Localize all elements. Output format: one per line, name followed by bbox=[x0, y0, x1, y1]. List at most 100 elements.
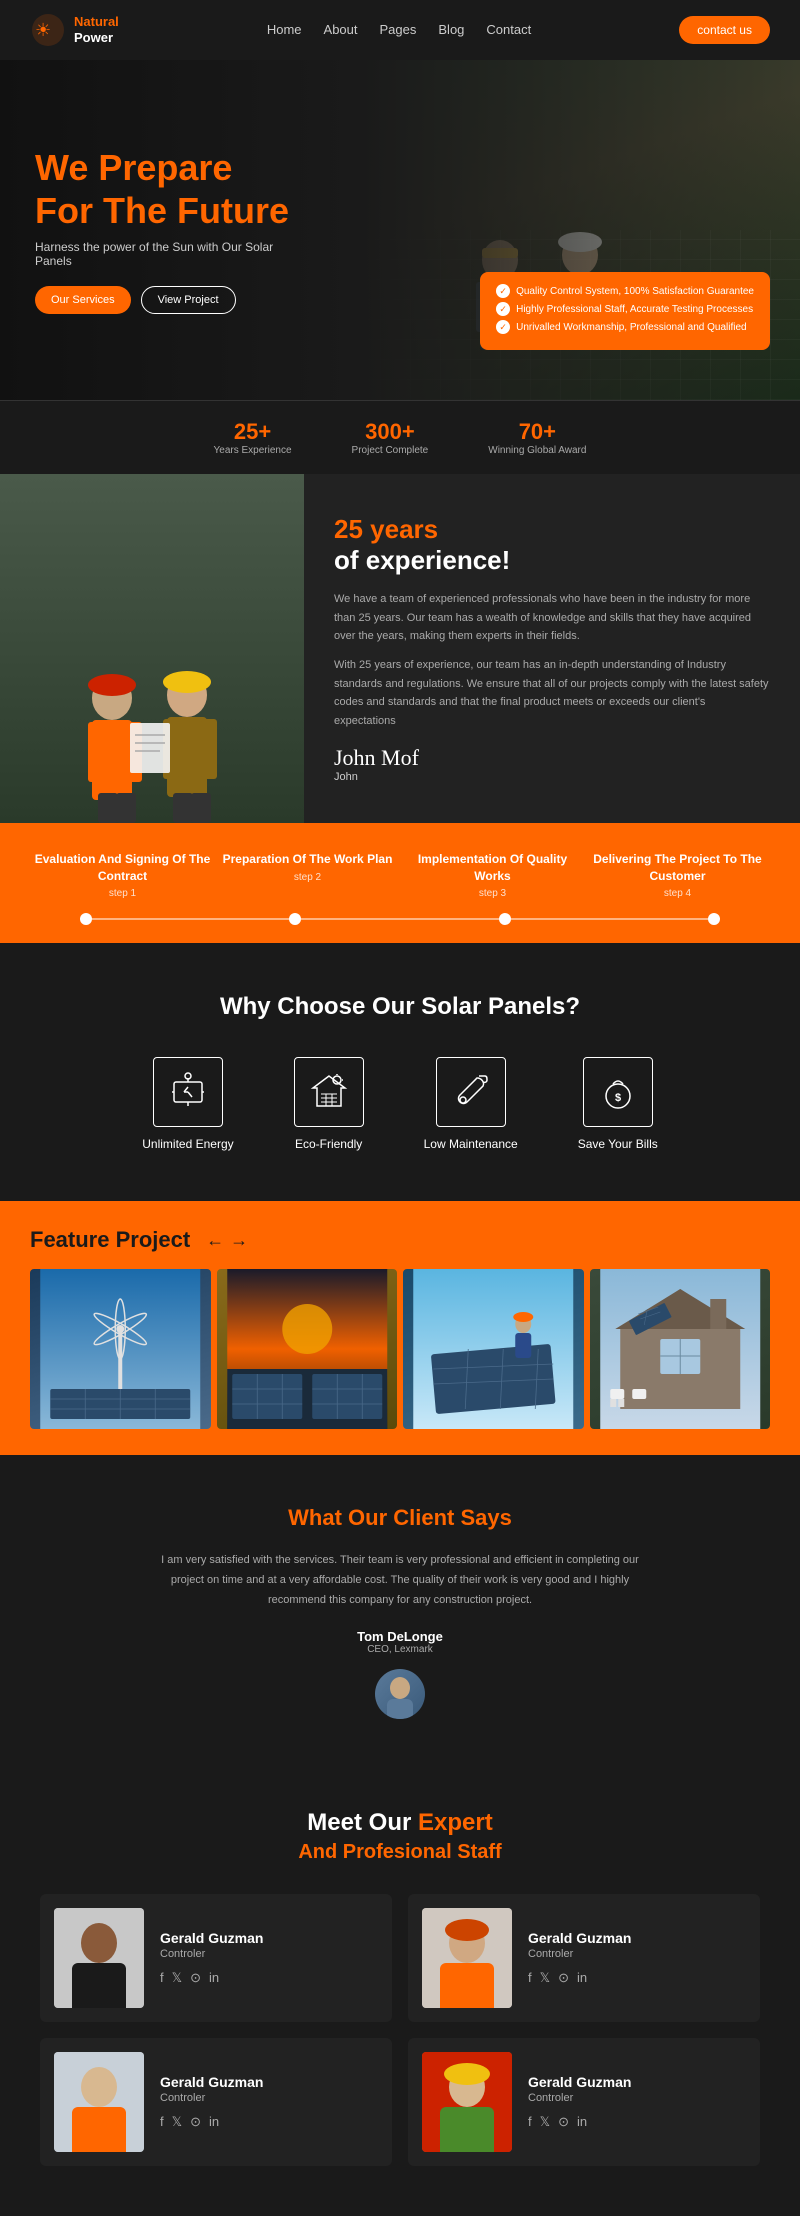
team-heading: Meet Our Expert bbox=[40, 1809, 760, 1837]
team-card-2: Gerald Guzman Controler f 𝕏 ⊙ in bbox=[408, 1894, 760, 2022]
services-button[interactable]: Our Services bbox=[35, 286, 131, 314]
facebook-icon-1[interactable]: f bbox=[160, 1970, 164, 1986]
feature-title: Feature Project bbox=[30, 1227, 190, 1253]
team-photo-2 bbox=[422, 1908, 512, 2008]
linkedin-icon-4[interactable]: in bbox=[577, 2114, 587, 2130]
team-photo-4 bbox=[422, 2052, 512, 2152]
experience-image bbox=[0, 474, 304, 823]
team-grid: Gerald Guzman Controler f 𝕏 ⊙ in bbox=[40, 1894, 760, 2166]
experience-content: 25 years of experience! We have a team o… bbox=[304, 474, 800, 823]
check-icon-1: ✓ bbox=[496, 284, 510, 298]
nav-about[interactable]: About bbox=[324, 22, 358, 37]
feature-image-4 bbox=[590, 1269, 771, 1429]
step-4: Delivering The Project To The Customer s… bbox=[585, 851, 770, 900]
feature-image-2 bbox=[217, 1269, 398, 1429]
stats-bar: 25+ Years Experience 300+ Project Comple… bbox=[0, 400, 800, 474]
team-info-2: Gerald Guzman Controler f 𝕏 ⊙ in bbox=[528, 1930, 746, 1986]
low-maintenance-icon bbox=[436, 1057, 506, 1127]
feature-image-1 bbox=[30, 1269, 211, 1429]
facebook-icon-4[interactable]: f bbox=[528, 2114, 532, 2130]
facebook-icon-2[interactable]: f bbox=[528, 1970, 532, 1986]
save-bills-label: Save Your Bills bbox=[578, 1137, 658, 1151]
social-icons-1: f 𝕏 ⊙ in bbox=[160, 1970, 378, 1986]
feature-header: Feature Project ← → bbox=[30, 1227, 770, 1253]
twitter-icon-4[interactable]: 𝕏 bbox=[540, 2114, 550, 2130]
step-dot-1 bbox=[80, 913, 92, 925]
experience-section: 25 years of experience! We have a team o… bbox=[0, 474, 800, 823]
twitter-icon-2[interactable]: 𝕏 bbox=[540, 1970, 550, 1986]
steps-section: Evaluation And Signing Of The Contract s… bbox=[0, 823, 800, 944]
logo: ☀ NaturalPower bbox=[30, 12, 119, 48]
nav-home[interactable]: Home bbox=[267, 22, 302, 37]
step-dot-2 bbox=[289, 913, 301, 925]
next-arrow[interactable]: → bbox=[230, 1230, 248, 1251]
feature-section: Feature Project ← → bbox=[0, 1201, 800, 1455]
experience-subtitle: of experience! bbox=[334, 545, 770, 576]
hero-heading: We Prepare For The Future bbox=[35, 146, 405, 232]
step-dot-3 bbox=[499, 913, 511, 925]
logo-icon: ☀ bbox=[30, 12, 66, 48]
team-card-1: Gerald Guzman Controler f 𝕏 ⊙ in bbox=[40, 1894, 392, 2022]
github-icon-1[interactable]: ⊙ bbox=[190, 1970, 201, 1986]
team-name-3: Gerald Guzman bbox=[160, 2074, 378, 2090]
logo-text: NaturalPower bbox=[74, 14, 119, 45]
checklist-item-3: ✓ Unrivalled Workmanship, Professional a… bbox=[496, 320, 754, 334]
linkedin-icon-1[interactable]: in bbox=[209, 1970, 219, 1986]
facebook-icon-3[interactable]: f bbox=[160, 2114, 164, 2130]
view-project-button[interactable]: View Project bbox=[141, 286, 236, 314]
svg-text:☀: ☀ bbox=[35, 20, 51, 40]
social-icons-4: f 𝕏 ⊙ in bbox=[528, 2114, 746, 2130]
team-name-1: Gerald Guzman bbox=[160, 1930, 378, 1946]
signature: John Mof bbox=[334, 745, 770, 771]
testimonial-avatar bbox=[375, 1669, 425, 1719]
testimonial-heading: What Our Client Says bbox=[80, 1505, 720, 1531]
twitter-icon-3[interactable]: 𝕏 bbox=[172, 2114, 182, 2130]
experience-years: 25 years bbox=[334, 514, 770, 545]
github-icon-4[interactable]: ⊙ bbox=[558, 2114, 569, 2130]
step-line-3 bbox=[511, 918, 708, 920]
check-icon-3: ✓ bbox=[496, 320, 510, 334]
linkedin-icon-2[interactable]: in bbox=[577, 1970, 587, 1986]
linkedin-icon-3[interactable]: in bbox=[209, 2114, 219, 2130]
contact-button[interactable]: contact us bbox=[679, 16, 770, 44]
step-3: Implementation Of Quality Works step 3 bbox=[400, 851, 585, 900]
steps-timeline bbox=[30, 913, 770, 943]
why-item-save-bills: $ Save Your Bills bbox=[578, 1057, 658, 1151]
navbar: ☀ NaturalPower Home About Pages Blog Con… bbox=[0, 0, 800, 60]
unlimited-energy-icon bbox=[153, 1057, 223, 1127]
hero-checklist-panel: ✓ Quality Control System, 100% Satisfact… bbox=[480, 272, 770, 370]
check-icon-2: ✓ bbox=[496, 302, 510, 316]
nav-blog[interactable]: Blog bbox=[438, 22, 464, 37]
team-section: Meet Our Expert And Profesional Staff Ge… bbox=[0, 1769, 800, 2216]
prev-arrow[interactable]: ← bbox=[206, 1230, 224, 1251]
step-2: Preparation Of The Work Plan step 2 bbox=[215, 851, 400, 900]
team-role-1: Controler bbox=[160, 1948, 378, 1960]
team-card-3: Gerald Guzman Controler f 𝕏 ⊙ in bbox=[40, 2038, 392, 2166]
team-card-4: Gerald Guzman Controler f 𝕏 ⊙ in bbox=[408, 2038, 760, 2166]
experience-para1: We have a team of experienced profession… bbox=[334, 590, 770, 646]
save-bills-icon: $ bbox=[583, 1057, 653, 1127]
github-icon-2[interactable]: ⊙ bbox=[558, 1970, 569, 1986]
low-maintenance-label: Low Maintenance bbox=[424, 1137, 518, 1151]
stat-projects: 300+ Project Complete bbox=[352, 419, 429, 456]
testimonial-section: What Our Client Says I am very satisfied… bbox=[0, 1455, 800, 1768]
why-section: Why Choose Our Solar Panels? Unlimited E… bbox=[0, 943, 800, 1201]
twitter-icon-1[interactable]: 𝕏 bbox=[172, 1970, 182, 1986]
stat-experience: 25+ Years Experience bbox=[214, 419, 292, 456]
team-role-4: Controler bbox=[528, 2092, 746, 2104]
team-photo-3 bbox=[54, 2052, 144, 2152]
social-icons-3: f 𝕏 ⊙ in bbox=[160, 2114, 378, 2130]
why-item-low-maintenance: Low Maintenance bbox=[424, 1057, 518, 1151]
hero-section: We Prepare For The Future Harness the po… bbox=[0, 60, 800, 400]
testimonial-name: Tom DeLonge bbox=[80, 1629, 720, 1644]
team-info-3: Gerald Guzman Controler f 𝕏 ⊙ in bbox=[160, 2074, 378, 2130]
nav-contact[interactable]: Contact bbox=[486, 22, 531, 37]
feature-image-3 bbox=[403, 1269, 584, 1429]
step-line-2 bbox=[301, 918, 498, 920]
nav-pages[interactable]: Pages bbox=[380, 22, 417, 37]
team-photo-1 bbox=[54, 1908, 144, 2008]
github-icon-3[interactable]: ⊙ bbox=[190, 2114, 201, 2130]
eco-friendly-icon bbox=[294, 1057, 364, 1127]
hero-subheading: Harness the power of the Sun with Our So… bbox=[35, 240, 295, 268]
why-item-eco-friendly: Eco-Friendly bbox=[294, 1057, 364, 1151]
